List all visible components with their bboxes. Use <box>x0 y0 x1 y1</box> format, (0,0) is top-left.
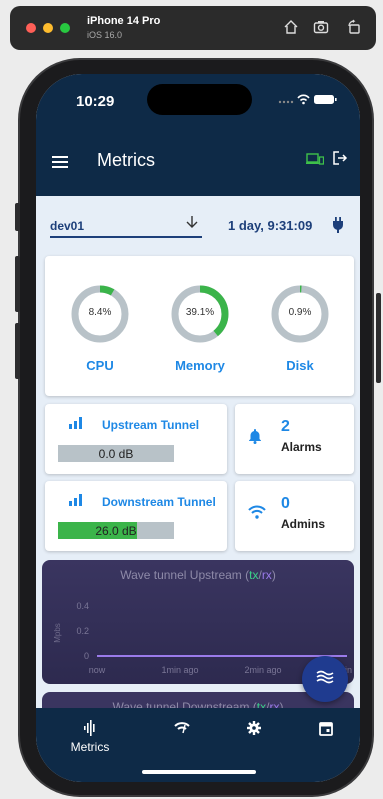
simulator-os-version: iOS 16.0 <box>87 30 123 40</box>
memory-value: 39.1% <box>185 307 215 318</box>
status-bar: 10:29 <box>36 74 360 134</box>
signal-bars-icon <box>69 494 83 506</box>
calendar-icon <box>314 720 338 738</box>
admins-card[interactable]: 0 Admins <box>235 481 354 551</box>
waveform-icon <box>64 720 116 738</box>
usage-card: 8.4% CPU 39.1% Memory 0.9% Disk <box>45 256 354 396</box>
device-select-value: dev01 <box>50 219 85 233</box>
device-row: dev01 1 day, 9:31:09 <box>50 214 350 242</box>
home-icon[interactable] <box>282 19 300 37</box>
downstream-level-bar: 26.0 dB <box>58 522 174 539</box>
cpu-value: 8.4% <box>88 307 112 318</box>
signal-bars-icon <box>69 417 83 429</box>
minimize-window-button[interactable] <box>43 23 53 33</box>
nav-item-wireless[interactable] <box>170 720 194 738</box>
app-bar: Metrics <box>36 134 360 196</box>
connection-status-icon[interactable] <box>306 153 325 168</box>
rotate-icon[interactable] <box>345 19 363 37</box>
memory-gauge: 39.1% <box>170 284 230 344</box>
device-select[interactable]: dev01 <box>50 214 202 238</box>
logout-icon[interactable] <box>332 150 348 171</box>
volume-down-button <box>15 323 20 379</box>
home-indicator <box>142 770 256 774</box>
alarms-count: 2 <box>281 418 290 435</box>
nav-item-settings[interactable] <box>242 720 266 738</box>
status-time: 10:29 <box>76 93 115 110</box>
waves-fab-button[interactable] <box>302 656 348 702</box>
y-tick-label: 0 <box>84 651 89 661</box>
upstream-tunnel-title: Upstream Tunnel <box>102 418 200 432</box>
downstream-level-value: 26.0 dB <box>95 524 137 538</box>
alarms-label: Alarms <box>281 440 322 454</box>
bottom-navigation: Metrics <box>36 708 360 782</box>
wifi-icon <box>248 505 266 523</box>
volume-up-button <box>15 256 20 312</box>
gear-icon <box>242 720 266 738</box>
close-window-button[interactable] <box>26 23 36 33</box>
phone-screen: 10:29 Metrics dev01 1 day, 9:31:09 8.4% … <box>36 74 360 782</box>
nav-item-calendar[interactable] <box>314 720 338 738</box>
power-button <box>376 293 381 383</box>
x-tick-label: 2min ago <box>244 665 281 675</box>
y-tick-label: 0.4 <box>76 601 89 611</box>
upstream-tunnel-card[interactable]: Upstream Tunnel 0.0 dB <box>45 404 227 474</box>
memory-label: Memory <box>175 358 225 373</box>
dynamic-island <box>147 84 252 115</box>
downstream-tunnel-card[interactable]: Downstream Tunnel 26.0 dB <box>45 481 227 551</box>
uptime-text: 1 day, 9:31:09 <box>228 218 313 233</box>
simulator-toolbar: iPhone 14 Pro iOS 16.0 <box>10 6 376 50</box>
signal-dots-icon <box>278 100 294 104</box>
cpu-gauge: 8.4% <box>70 284 130 344</box>
bell-icon <box>248 428 262 448</box>
upstream-level-bar: 0.0 dB <box>58 445 174 462</box>
y-tick-label: 0.2 <box>76 626 89 636</box>
nav-item-metrics[interactable]: Metrics <box>64 720 116 754</box>
action-button <box>15 203 20 231</box>
simulator-device-name: iPhone 14 Pro <box>87 15 161 27</box>
upstream-level-value: 0.0 dB <box>98 447 134 461</box>
x-tick-label: now <box>89 665 106 675</box>
plug-icon <box>332 217 344 236</box>
menu-icon[interactable] <box>52 156 68 168</box>
metrics-content: dev01 1 day, 9:31:09 8.4% CPU 39.1% Memo… <box>36 196 360 708</box>
downstream-tunnel-title: Downstream Tunnel <box>102 495 216 509</box>
disk-label: Disk <box>286 358 314 373</box>
status-icons <box>278 93 342 108</box>
screenshot-icon[interactable] <box>312 19 330 37</box>
wifi-icon <box>170 720 194 738</box>
page-title: Metrics <box>97 150 155 170</box>
zoom-window-button[interactable] <box>60 23 70 33</box>
disk-gauge: 0.9% <box>270 284 330 344</box>
y-axis-label: Mpbs <box>53 623 62 643</box>
cpu-label: CPU <box>86 358 114 373</box>
admins-label: Admins <box>281 517 326 531</box>
downstream-chart-title: Wave tunnel Downstream (tx/rx) <box>112 700 284 708</box>
admins-count: 0 <box>281 495 290 512</box>
disk-value: 0.9% <box>288 307 312 318</box>
nav-item-metrics-label: Metrics <box>70 740 110 754</box>
x-tick-label: 1min ago <box>161 665 198 675</box>
wifi-status-icon <box>297 94 310 105</box>
arrow-down-icon <box>186 215 198 232</box>
alarms-card[interactable]: 2 Alarms <box>235 404 354 474</box>
battery-icon <box>314 95 337 104</box>
